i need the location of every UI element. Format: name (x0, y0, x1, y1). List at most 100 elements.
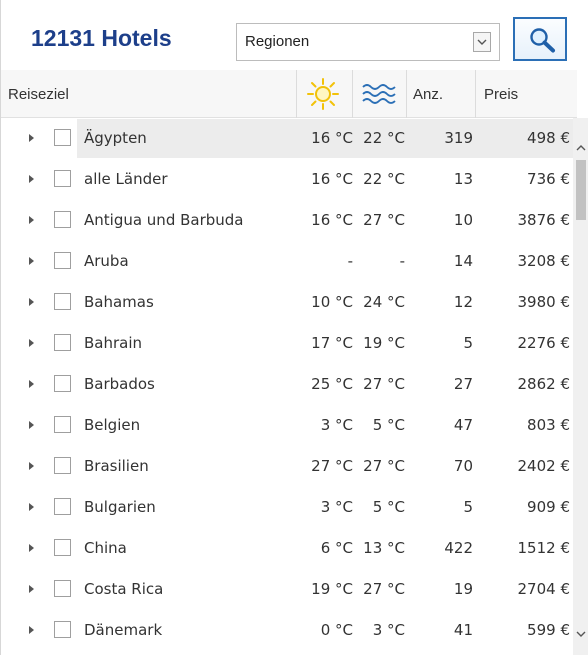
water-temperature: 24 °C (363, 293, 405, 311)
hotel-count: 70 (453, 457, 473, 475)
expand-arrow-icon[interactable] (29, 421, 34, 429)
water-temperature: 27 °C (363, 211, 405, 229)
sun-icon (307, 78, 339, 110)
hotel-count: 27 (453, 375, 473, 393)
expand-arrow-icon[interactable] (29, 216, 34, 224)
column-destination-label: Reiseziel (8, 86, 69, 103)
row-checkbox[interactable] (54, 580, 71, 597)
air-temperature: 3 °C (320, 416, 353, 434)
water-temperature: 22 °C (363, 170, 405, 188)
air-temperature: 6 °C (320, 539, 353, 557)
destination-list: Ägypten 16 °C 22 °C 319 498 € alle Länder 16 °… (1, 118, 573, 655)
hotel-count: 41 (453, 621, 473, 639)
expand-arrow-icon[interactable] (29, 175, 34, 183)
expand-arrow-icon[interactable] (29, 585, 34, 593)
expand-arrow-icon[interactable] (29, 339, 34, 347)
price: 2276 € (517, 334, 571, 352)
water-temperature: 27 °C (363, 580, 405, 598)
air-temperature: - (347, 252, 353, 270)
destination-name: Ägypten (84, 129, 147, 147)
hotel-count: 5 (463, 334, 473, 352)
row-checkbox[interactable] (54, 621, 71, 638)
column-price-label: Preis (484, 86, 519, 103)
price: 3980 € (517, 293, 571, 311)
destination-row[interactable]: Bulgarien 3 °C 5 °C 5 909 € (1, 487, 573, 528)
destination-name: Bulgarien (84, 498, 156, 516)
row-checkbox[interactable] (54, 252, 71, 269)
price: 599 € (527, 621, 570, 639)
hotel-count: 14 (453, 252, 473, 270)
price: 2704 € (517, 580, 571, 598)
row-checkbox[interactable] (54, 416, 71, 433)
row-checkbox[interactable] (54, 129, 71, 146)
water-temperature: 3 °C (372, 621, 405, 639)
column-count-label: Anz. (413, 86, 444, 103)
column-price[interactable]: Preis (476, 70, 577, 118)
expand-arrow-icon[interactable] (29, 462, 34, 470)
row-checkbox[interactable] (54, 539, 71, 556)
destination-row[interactable]: Antigua und Barbuda 16 °C 27 °C 10 3876 € (1, 200, 573, 241)
water-temperature: 13 °C (363, 539, 405, 557)
row-checkbox[interactable] (54, 375, 71, 392)
expand-arrow-icon[interactable] (29, 298, 34, 306)
row-checkbox[interactable] (54, 498, 71, 515)
air-temperature: 27 °C (311, 457, 353, 475)
expand-arrow-icon[interactable] (29, 503, 34, 511)
hotel-count-title: 12131 Hotels (31, 25, 172, 51)
expand-arrow-icon[interactable] (29, 544, 34, 552)
row-checkbox[interactable] (54, 334, 71, 351)
destination-name: Bahrain (84, 334, 143, 352)
hotel-count: 5 (463, 498, 473, 516)
destination-name: Dänemark (84, 621, 163, 639)
water-temperature: - (399, 252, 405, 270)
column-destination[interactable]: Reiseziel (1, 70, 297, 118)
destination-row[interactable]: Barbados 25 °C 27 °C 27 2862 € (1, 364, 573, 405)
destination-row[interactable]: Bahamas 10 °C 24 °C 12 3980 € (1, 282, 573, 323)
expand-arrow-icon[interactable] (29, 380, 34, 388)
destination-row[interactable]: Bahrain 17 °C 19 °C 5 2276 € (1, 323, 573, 364)
scroll-up-icon[interactable] (575, 142, 587, 154)
hotel-count: 10 (453, 211, 473, 229)
destination-row[interactable]: alle Länder 16 °C 22 °C 13 736 € (1, 159, 573, 200)
hotel-count: 19 (453, 580, 473, 598)
destination-row[interactable]: Brasilien 27 °C 27 °C 70 2402 € (1, 446, 573, 487)
waves-icon (362, 84, 396, 104)
air-temperature: 3 °C (320, 498, 353, 516)
price: 1512 € (517, 539, 571, 557)
destination-name: Aruba (84, 252, 129, 270)
price: 3876 € (517, 211, 571, 229)
row-checkbox[interactable] (54, 457, 71, 474)
scrollbar-thumb[interactable] (576, 160, 586, 220)
vertical-scrollbar[interactable] (573, 118, 588, 655)
price: 736 € (527, 170, 570, 188)
water-temperature: 5 °C (372, 416, 405, 434)
expand-arrow-icon[interactable] (29, 626, 34, 634)
destination-row[interactable]: Ägypten 16 °C 22 °C 319 498 € (1, 118, 573, 159)
search-button[interactable] (513, 17, 567, 61)
destination-name: Brasilien (84, 457, 149, 475)
air-temperature: 16 °C (311, 211, 353, 229)
water-temperature: 19 °C (363, 334, 405, 352)
toolbar: 12131 Hotels Regionen (1, 0, 588, 70)
chevron-down-icon[interactable] (473, 32, 491, 52)
price: 3208 € (517, 252, 571, 270)
destination-row[interactable]: Aruba - - 14 3208 € (1, 241, 573, 282)
column-water-temperature[interactable] (353, 70, 407, 118)
region-select[interactable]: Regionen (236, 23, 500, 61)
row-checkbox[interactable] (54, 211, 71, 228)
column-count[interactable]: Anz. (407, 70, 476, 118)
destination-row[interactable]: Dänemark 0 °C 3 °C 41 599 € (1, 610, 573, 651)
expand-arrow-icon[interactable] (29, 257, 34, 265)
air-temperature: 25 °C (311, 375, 353, 393)
water-temperature: 5 °C (372, 498, 405, 516)
region-select-value: Regionen (245, 33, 310, 50)
row-checkbox[interactable] (54, 170, 71, 187)
column-air-temperature[interactable] (297, 70, 353, 118)
destination-row[interactable]: Belgien 3 °C 5 °C 47 803 € (1, 405, 573, 446)
destination-row[interactable]: China 6 °C 13 °C 422 1512 € (1, 528, 573, 569)
row-checkbox[interactable] (54, 293, 71, 310)
expand-arrow-icon[interactable] (29, 134, 34, 142)
destination-row[interactable]: Costa Rica 19 °C 27 °C 19 2704 € (1, 569, 573, 610)
scroll-down-icon[interactable] (575, 628, 587, 640)
destination-name: Barbados (84, 375, 155, 393)
